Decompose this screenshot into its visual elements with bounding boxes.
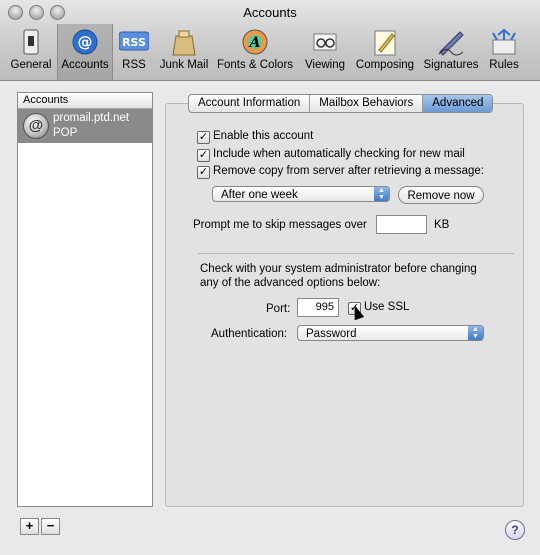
toolbar-junk-mail[interactable]: Junk Mail <box>157 26 211 78</box>
accounts-list: Accounts @ promail.ptd.net POP <box>17 92 153 507</box>
settings-panel <box>165 103 524 507</box>
svg-text:A: A <box>248 35 261 51</box>
tab-mailbox-behaviors[interactable]: Mailbox Behaviors <box>310 95 424 112</box>
include-check-label: Include when automatically checking for … <box>213 148 465 160</box>
at-sign-icon: @ <box>72 29 98 55</box>
remove-account-button[interactable]: − <box>41 518 60 535</box>
remove-copy-checkbox[interactable]: ✓ <box>197 166 210 179</box>
toolbar-signatures[interactable]: Signatures <box>421 26 481 78</box>
prompt-size-input[interactable] <box>376 215 427 234</box>
prompt-unit-label: KB <box>434 219 450 231</box>
toolbar-accounts[interactable]: @ Accounts <box>57 24 113 80</box>
svg-text:@: @ <box>78 33 93 51</box>
enable-account-label: Enable this account <box>213 130 314 142</box>
remove-when-select[interactable]: After one week ▲ ▼ <box>212 186 390 202</box>
remove-copy-label: Remove copy from server after retrieving… <box>213 165 484 177</box>
signature-pen-icon <box>438 31 464 56</box>
help-button[interactable]: ? <box>505 520 525 540</box>
enable-account-checkbox[interactable]: ✓ <box>197 131 210 144</box>
port-input[interactable]: 995 <box>297 298 339 317</box>
pencil-notepad-icon <box>374 30 396 56</box>
authentication-label: Authentication: <box>211 328 288 340</box>
admin-note-line2: any of the advanced options below: <box>200 277 381 289</box>
use-ssl-label: Use SSL <box>364 301 410 313</box>
rules-arrows-icon <box>492 28 516 55</box>
tab-bar: Account Information Mailbox Behaviors Ad… <box>188 94 494 113</box>
toolbar-general[interactable]: General <box>7 26 55 78</box>
account-name: promail.ptd.net <box>53 112 130 124</box>
account-row[interactable]: @ promail.ptd.net POP <box>18 109 152 143</box>
accounts-list-header: Accounts <box>18 93 152 109</box>
separator <box>198 253 514 254</box>
switch-icon <box>23 29 39 55</box>
toolbar-rules[interactable]: Rules <box>485 26 523 78</box>
window-title: Accounts <box>243 5 297 20</box>
account-at-icon: @ <box>23 113 49 139</box>
chevron-up-down-icon: ▲ ▼ <box>468 326 483 340</box>
svg-text:RSS: RSS <box>122 36 146 49</box>
account-type: POP <box>53 127 78 139</box>
preferences-window: Accounts General @ Accounts RSS RSS Junk… <box>0 0 540 555</box>
toolbar-composing[interactable]: Composing <box>354 26 416 78</box>
admin-note-line1: Check with your system administrator bef… <box>200 263 477 275</box>
port-label: Port: <box>266 303 291 315</box>
remove-when-value: After one week <box>221 189 298 201</box>
tab-account-information[interactable]: Account Information <box>189 95 311 112</box>
remove-now-button[interactable]: Remove now <box>398 186 484 204</box>
include-check-checkbox[interactable]: ✓ <box>197 149 210 162</box>
glasses-icon <box>313 33 337 51</box>
authentication-select[interactable]: Password ▲ ▼ <box>297 325 484 341</box>
add-account-button[interactable]: + <box>20 518 39 535</box>
authentication-value: Password <box>306 328 357 340</box>
prompt-skip-label: Prompt me to skip messages over <box>193 219 367 231</box>
chevron-up-down-icon: ▲ ▼ <box>374 187 389 201</box>
title-bar: Accounts General @ Accounts RSS RSS Junk… <box>0 0 540 81</box>
rss-icon: RSS <box>119 31 149 51</box>
toolbar-fonts-colors[interactable]: A Fonts & Colors <box>215 26 295 78</box>
tab-advanced[interactable]: Advanced <box>423 95 493 112</box>
font-color-wheel-icon: A <box>242 29 268 55</box>
toolbar-viewing[interactable]: Viewing <box>301 26 349 78</box>
junk-mail-bag-icon <box>172 30 196 56</box>
toolbar-rss[interactable]: RSS RSS <box>115 26 153 78</box>
